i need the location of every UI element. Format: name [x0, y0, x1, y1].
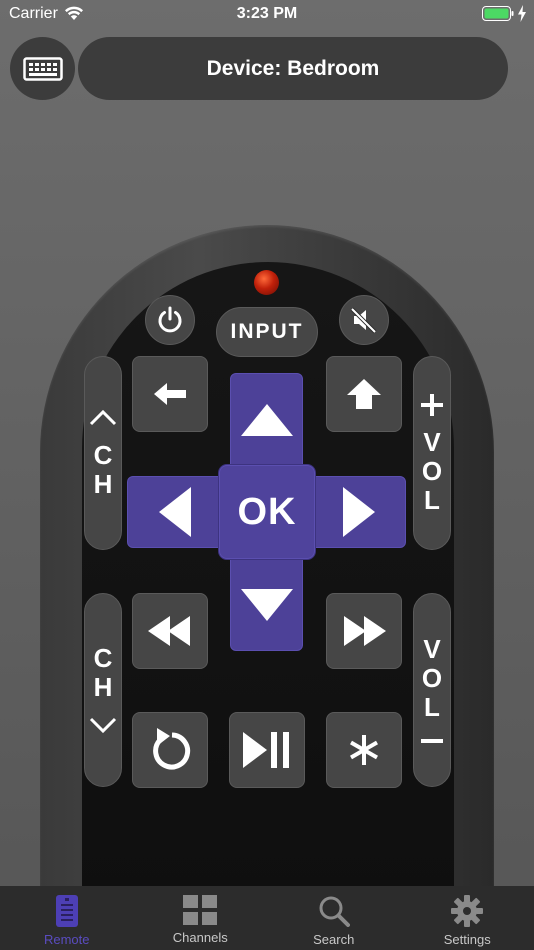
tab-label: Remote	[43, 932, 90, 947]
up-arrow-icon	[240, 404, 293, 436]
plus-icon	[421, 393, 443, 416]
tab-channels[interactable]: Channels	[134, 886, 268, 950]
mute-button[interactable]	[339, 295, 389, 345]
volume-letter: L	[424, 691, 440, 722]
charging-icon	[518, 5, 526, 22]
ok-button[interactable]: OK	[219, 465, 315, 559]
replay-button[interactable]	[132, 712, 208, 788]
gear-icon	[451, 895, 484, 927]
tab-bar: Remote Channels Search Settings	[0, 886, 534, 950]
dpad-up-button[interactable]	[230, 373, 303, 467]
volume-letter: O	[421, 455, 443, 486]
channel-letter: C	[93, 440, 113, 470]
replay-icon	[153, 728, 191, 770]
battery-icon	[482, 6, 514, 21]
volume-letter: L	[424, 484, 440, 515]
asterisk-icon	[350, 735, 378, 765]
dpad-right-button[interactable]	[312, 476, 406, 548]
device-selector[interactable]: Device: Bedroom	[78, 37, 508, 100]
power-icon	[158, 306, 182, 333]
home-icon	[347, 379, 381, 409]
play-pause-button[interactable]	[229, 712, 305, 788]
volume-letter: V	[423, 426, 441, 457]
minus-icon	[421, 738, 443, 743]
options-button[interactable]	[326, 712, 402, 788]
rewind-button[interactable]	[132, 593, 208, 669]
input-button[interactable]: INPUT	[216, 307, 318, 357]
dpad-left-button[interactable]	[127, 476, 222, 548]
right-arrow-icon	[343, 487, 375, 537]
fast-forward-icon	[344, 616, 386, 646]
grid-icon	[183, 895, 218, 925]
tab-label: Settings	[443, 932, 491, 947]
keyboard-icon	[22, 56, 63, 81]
tab-label: Search	[313, 932, 355, 947]
ok-label: OK	[237, 490, 297, 533]
status-led	[254, 270, 279, 295]
tab-search[interactable]: Search	[267, 886, 401, 950]
status-bar: Carrier 3:23 PM	[0, 0, 534, 28]
back-button[interactable]	[132, 356, 208, 432]
mute-icon	[350, 307, 377, 334]
tab-label: Channels	[172, 930, 228, 945]
rewind-icon	[148, 616, 190, 646]
down-arrow-icon	[240, 588, 293, 621]
chevron-down-icon	[89, 717, 117, 734]
chevron-up-icon	[89, 409, 117, 426]
channel-up-button[interactable]: C H	[84, 356, 122, 550]
volume-letter: V	[423, 633, 441, 664]
channel-letter: H	[93, 672, 113, 702]
input-label: INPUT	[230, 320, 304, 343]
dpad-down-button[interactable]	[230, 558, 303, 651]
keyboard-button[interactable]	[10, 37, 75, 100]
tab-settings[interactable]: Settings	[401, 886, 534, 950]
channel-letter: H	[93, 469, 113, 499]
device-label: Device: Bedroom	[206, 56, 380, 80]
volume-up-button[interactable]: V O L	[413, 356, 451, 550]
channel-down-button[interactable]: C H	[84, 593, 122, 787]
home-button[interactable]	[326, 356, 402, 432]
volume-letter: O	[421, 662, 443, 693]
power-button[interactable]	[145, 295, 195, 345]
left-arrow-icon	[158, 487, 191, 537]
fast-forward-button[interactable]	[326, 593, 402, 669]
back-arrow-icon	[154, 383, 186, 405]
volume-down-button[interactable]: V O L	[413, 593, 451, 787]
search-icon	[319, 896, 350, 927]
clock: 3:23 PM	[236, 5, 298, 22]
tab-remote[interactable]: Remote	[0, 886, 134, 950]
remote-icon	[55, 895, 78, 927]
channel-letter: C	[93, 643, 113, 673]
play-pause-icon	[243, 732, 289, 768]
